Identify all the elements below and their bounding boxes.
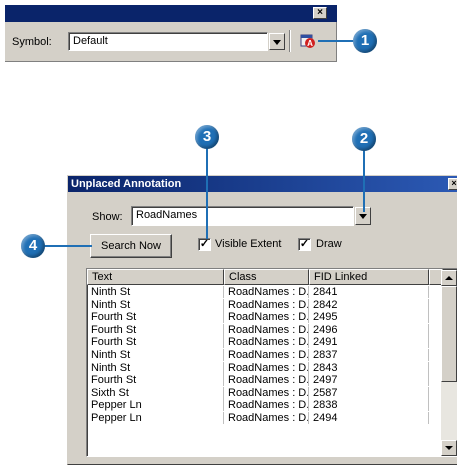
cell-class: RoadNames : D... <box>224 374 309 387</box>
list-item[interactable]: Ninth St RoadNames : D... 2842 <box>87 298 442 311</box>
show-label: Show: <box>92 211 123 223</box>
toolbar-close-button[interactable]: × <box>313 7 327 19</box>
cell-text: Fourth St <box>87 336 224 349</box>
visible-extent-label: Visible Extent <box>215 238 282 250</box>
cell-text: Sixth St <box>87 386 224 399</box>
list-item[interactable]: Fourth St RoadNames : D... 2496 <box>87 323 442 336</box>
cell-class: RoadNames : D... <box>224 298 309 311</box>
window-title: Unplaced Annotation <box>68 176 457 192</box>
list-item[interactable]: Fourth St RoadNames : D... 2497 <box>87 374 442 387</box>
chevron-up-icon <box>445 276 453 280</box>
cell-class: RoadNames : D... <box>224 323 309 336</box>
callout-3: 3 <box>195 125 219 149</box>
cell-text: Ninth St <box>87 286 224 298</box>
scroll-up-button[interactable] <box>441 270 457 286</box>
cell-text: Pepper Ln <box>87 412 224 424</box>
toolbar-separator <box>289 30 291 52</box>
symbol-dropdown[interactable]: Default <box>68 32 268 51</box>
cell-fid: 2495 <box>309 311 429 324</box>
scroll-down-button[interactable] <box>441 440 457 456</box>
list-item[interactable]: Fourth St RoadNames : D... 2491 <box>87 336 442 349</box>
cell-class: RoadNames : D... <box>224 286 309 298</box>
list-item[interactable]: Ninth St RoadNames : D... 2841 <box>87 286 442 298</box>
cell-text: Fourth St <box>87 323 224 336</box>
column-header-class[interactable]: Class <box>224 269 309 285</box>
annotation-list[interactable]: Text Class FID Linked Ninth St RoadNames … <box>86 268 457 457</box>
symbol-dropdown-arrow[interactable] <box>269 33 285 50</box>
callout-4: 4 <box>21 234 45 258</box>
search-now-button[interactable]: Search Now <box>90 234 172 258</box>
cell-fid: 2838 <box>309 399 429 412</box>
cell-class: RoadNames : D... <box>224 399 309 412</box>
cell-fid: 2842 <box>309 298 429 311</box>
cell-class: RoadNames : D... <box>224 311 309 324</box>
unplaced-annotation-icon[interactable]: A <box>300 33 316 49</box>
cell-class: RoadNames : D... <box>224 361 309 374</box>
draw-label: Draw <box>316 238 342 250</box>
cell-fid: 2837 <box>309 349 429 361</box>
cell-fid: 2496 <box>309 323 429 336</box>
callout-3-leader <box>206 146 208 239</box>
cell-fid: 2494 <box>309 412 429 424</box>
cell-class: RoadNames : D... <box>224 412 309 424</box>
cell-text: Ninth St <box>87 298 224 311</box>
show-dropdown-value: RoadNames <box>136 209 198 221</box>
cell-fid: 2841 <box>309 286 429 298</box>
svg-text:A: A <box>307 39 313 48</box>
list-item[interactable]: Fourth St RoadNames : D... 2495 <box>87 311 442 324</box>
symbol-dropdown-value: Default <box>73 35 108 47</box>
cell-text: Fourth St <box>87 374 224 387</box>
show-dropdown[interactable]: RoadNames <box>131 206 354 226</box>
callout-4-leader <box>40 245 92 247</box>
cell-class: RoadNames : D... <box>224 386 309 399</box>
draw-checkbox[interactable]: ✓ <box>298 238 311 251</box>
list-item[interactable]: Ninth St RoadNames : D... 2837 <box>87 349 442 361</box>
column-header-fid[interactable]: FID Linked <box>309 269 429 285</box>
cell-class: RoadNames : D... <box>224 336 309 349</box>
list-item[interactable]: Sixth St RoadNames : D... 2587 <box>87 386 442 399</box>
list-item[interactable]: Pepper Ln RoadNames : D... 2494 <box>87 412 442 424</box>
cell-fid: 2587 <box>309 386 429 399</box>
cell-class: RoadNames : D... <box>224 349 309 361</box>
list-item[interactable]: Pepper Ln RoadNames : D... 2838 <box>87 399 442 412</box>
toolbar-titlebar <box>5 5 337 22</box>
list-scrollbar[interactable] <box>441 270 457 456</box>
cell-fid: 2843 <box>309 361 429 374</box>
cell-text: Pepper Ln <box>87 399 224 412</box>
callout-2-leader <box>363 148 365 212</box>
window-close-button[interactable]: × <box>448 178 457 190</box>
chevron-down-icon <box>445 446 453 450</box>
cell-fid: 2491 <box>309 336 429 349</box>
cell-text: Ninth St <box>87 349 224 361</box>
list-item[interactable]: Ninth St RoadNames : D... 2843 <box>87 361 442 374</box>
column-header-text[interactable]: Text <box>87 269 224 285</box>
visible-extent-checkbox[interactable]: ✓ <box>198 238 211 251</box>
scroll-thumb[interactable] <box>441 286 457 382</box>
callout-2: 2 <box>352 127 376 151</box>
cell-text: Ninth St <box>87 361 224 374</box>
callout-1: 1 <box>353 29 377 53</box>
callout-1-leader <box>318 40 354 42</box>
symbol-label: Symbol: <box>12 36 52 48</box>
cell-text: Fourth St <box>87 311 224 324</box>
cell-fid: 2497 <box>309 374 429 387</box>
